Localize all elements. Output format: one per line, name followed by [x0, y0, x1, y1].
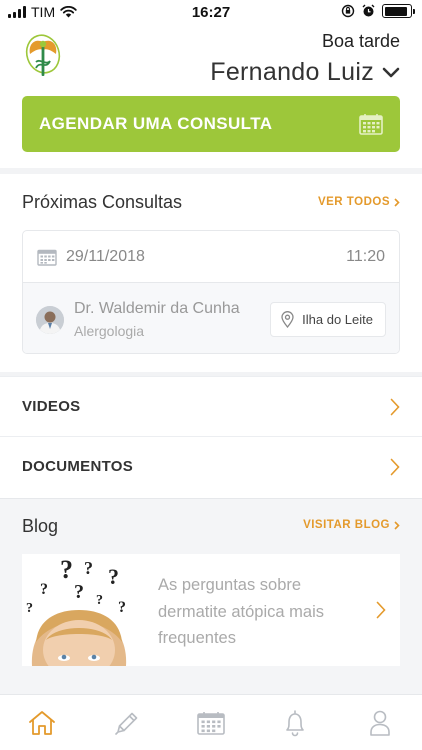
status-bar: TIM 16:27 [0, 0, 422, 24]
svg-text:?: ? [84, 558, 93, 578]
visit-blog-link[interactable]: VISITAR BLOG [303, 519, 400, 531]
svg-text:?: ? [26, 601, 33, 616]
tab-edit[interactable] [102, 701, 152, 745]
svg-text:?: ? [40, 581, 48, 598]
appointments-title: Próximas Consultas [22, 192, 183, 212]
bell-icon [286, 709, 305, 736]
appointment-header: 29/11/2018 11:20 [23, 231, 399, 283]
tab-notifications[interactable] [270, 701, 320, 745]
user-icon [369, 710, 390, 736]
appointment-date: 29/11/2018 [66, 247, 145, 265]
see-all-link[interactable]: VER TODOS [318, 196, 400, 208]
videos-label: VIDEOS [22, 398, 81, 415]
calendar-icon [359, 114, 383, 135]
rotation-lock-icon [341, 4, 355, 18]
svg-text:?: ? [108, 564, 119, 589]
documents-label: DOCUMENTOS [22, 458, 134, 475]
battery-fill [384, 6, 407, 16]
schedule-appointment-label: AGENDAR UMA CONSULTA [39, 114, 273, 133]
calendar-icon [197, 711, 225, 735]
tab-profile[interactable] [355, 701, 405, 745]
pencil-icon [114, 712, 137, 735]
appointment-time: 11:20 [346, 247, 385, 265]
documents-row[interactable]: DOCUMENTOS [0, 436, 422, 496]
tab-calendar[interactable] [186, 701, 236, 745]
map-pin-icon [281, 311, 294, 328]
doctor-name: Dr. Waldemir da Cunha [74, 300, 240, 317]
medical-logo-icon [22, 32, 64, 80]
see-all-label: VER TODOS [317, 196, 390, 208]
user-profile-selector[interactable]: Fernando Luiz [210, 58, 400, 87]
videos-row[interactable]: VIDEOS [0, 376, 422, 436]
chevron-right-icon [394, 197, 400, 207]
svg-text:?: ? [118, 599, 126, 616]
alarm-icon [362, 4, 375, 17]
tab-bar [0, 694, 422, 750]
blog-post-card[interactable]: ? ? ? ? ? ? ? ? As perguntas sobre derma… [22, 554, 400, 666]
doctor-avatar [36, 306, 64, 334]
appointment-date-wrap: 29/11/2018 [37, 248, 145, 266]
svg-text:?: ? [74, 581, 84, 603]
chevron-right-icon [376, 601, 386, 619]
appointment-details: Dr. Waldemir da Cunha Alergologia Ilha d… [23, 283, 399, 353]
blog-post-image: ? ? ? ? ? ? ? ? [22, 554, 136, 666]
tab-home[interactable] [17, 701, 67, 745]
user-name: Fernando Luiz [210, 58, 374, 86]
section-divider [0, 168, 422, 174]
schedule-appointment-button[interactable]: AGENDAR UMA CONSULTA [22, 96, 400, 152]
battery-icon [382, 4, 415, 18]
blog-title: Blog [22, 516, 59, 536]
location-label: Ilha do Leite [302, 312, 373, 327]
home-icon [29, 710, 56, 735]
status-right [341, 4, 415, 18]
location-button[interactable]: Ilha do Leite [270, 302, 386, 337]
doctor-specialty: Alergologia [74, 323, 145, 339]
blog-post-title: As perguntas sobre dermatite atópica mai… [158, 576, 324, 647]
svg-text:?: ? [96, 593, 103, 608]
svg-text:?: ? [60, 555, 73, 584]
visit-blog-label: VISITAR BLOG [303, 519, 390, 531]
calendar-icon [37, 249, 57, 266]
chevron-right-icon [390, 398, 400, 415]
appointment-card[interactable]: 29/11/2018 11:20 Dr. Waldemir da Cunha A… [22, 230, 400, 354]
chevron-right-icon [394, 520, 400, 530]
chevron-right-icon [390, 458, 400, 475]
greeting-text: Boa tarde [321, 31, 400, 51]
chevron-down-icon [382, 67, 400, 77]
